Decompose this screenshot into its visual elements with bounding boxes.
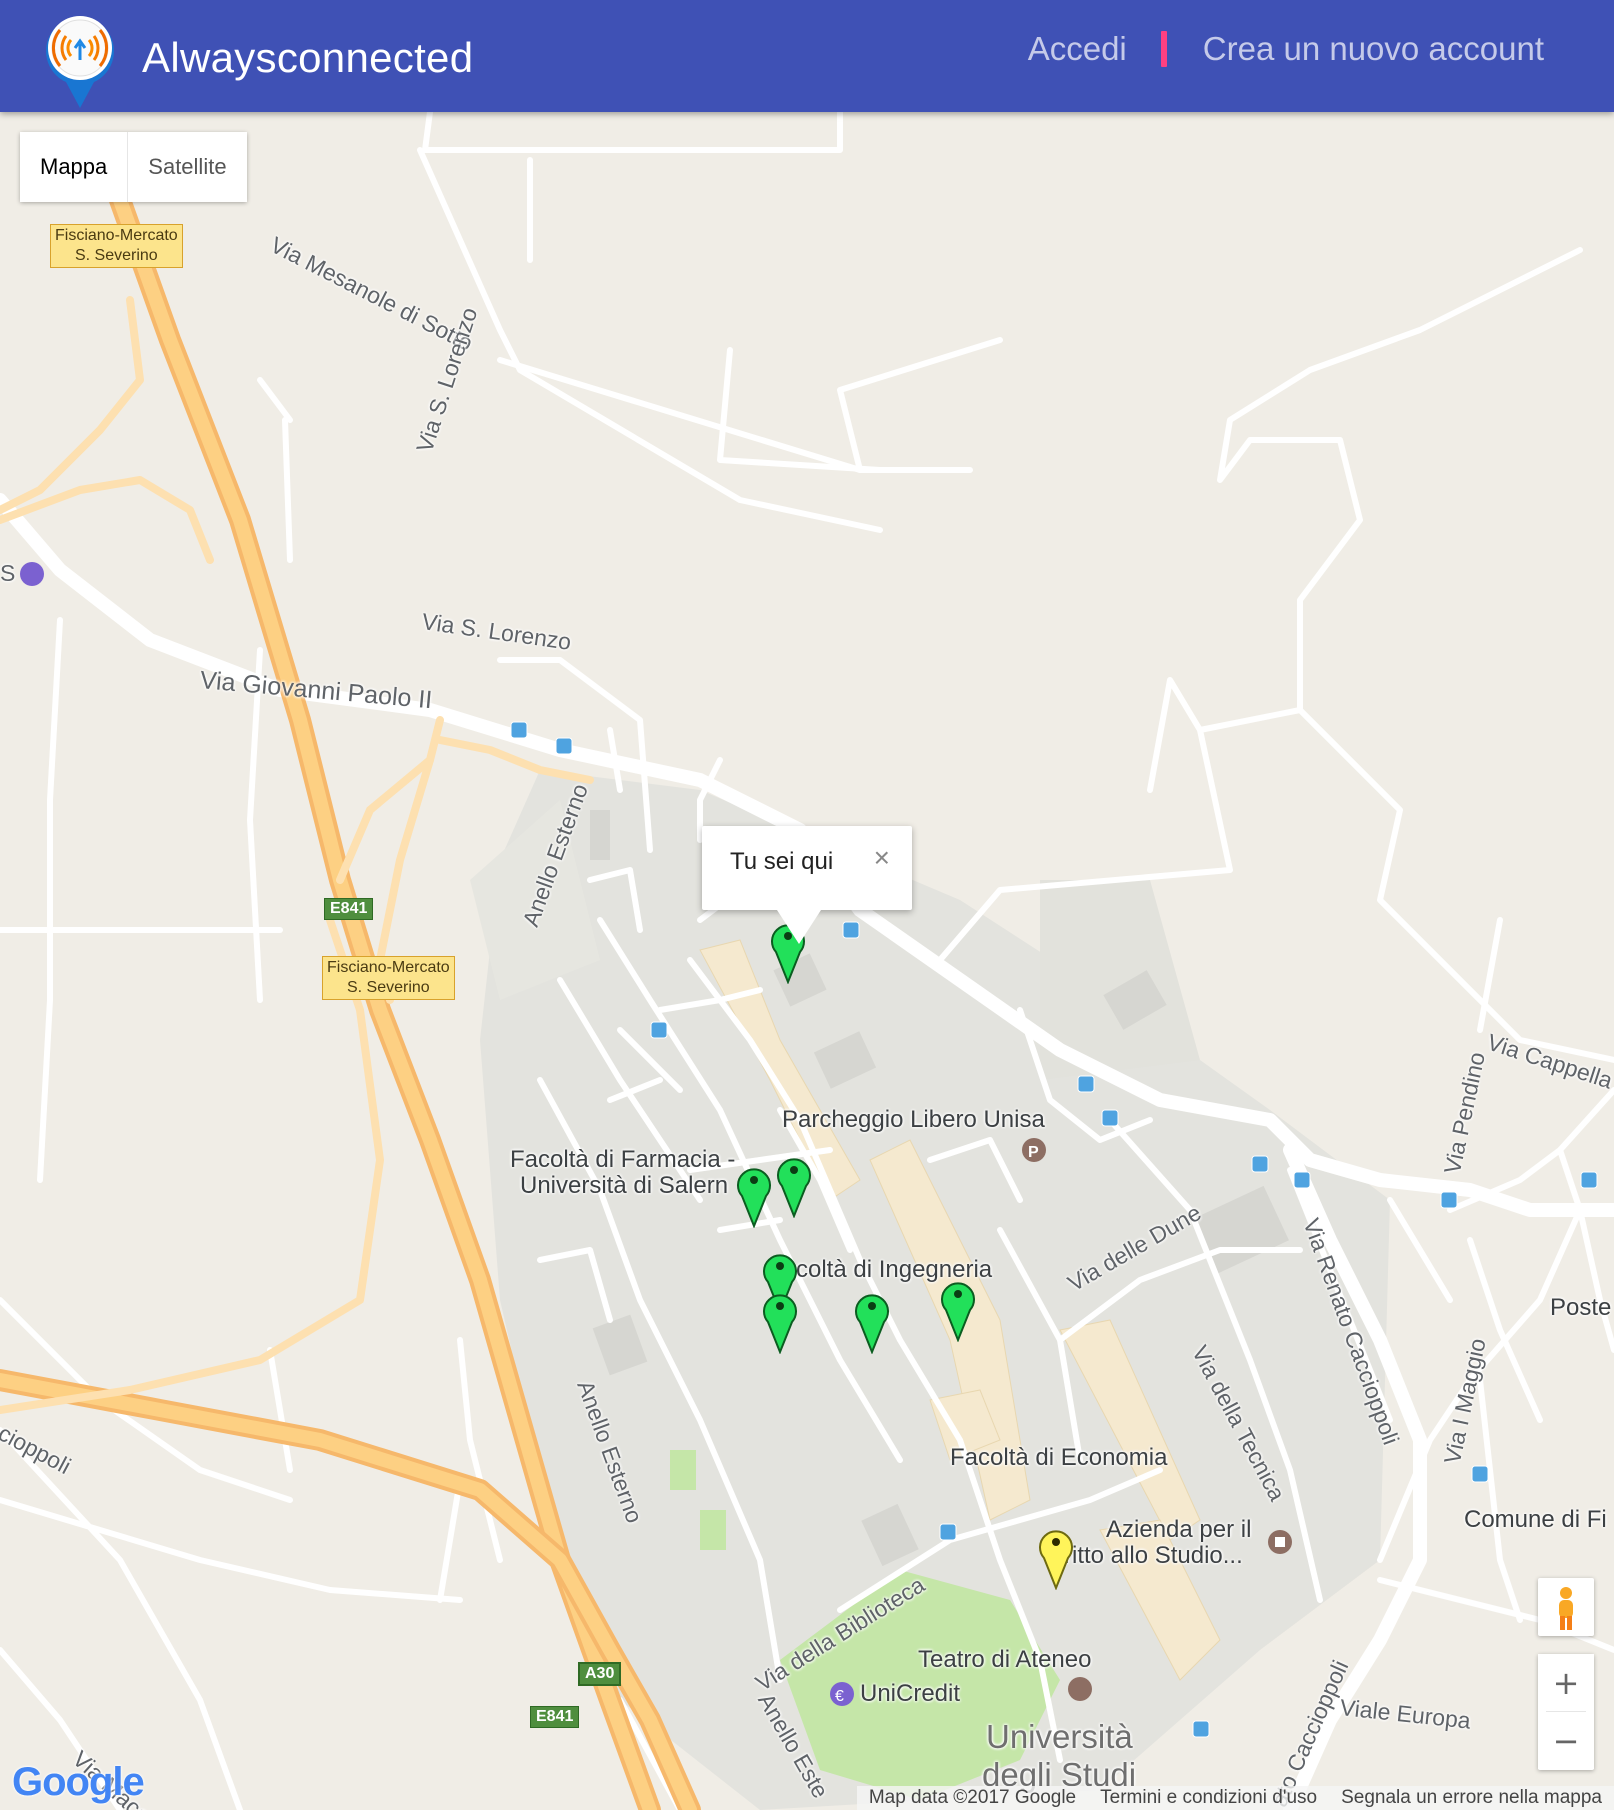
info-window-text: Tu sei qui xyxy=(730,848,834,875)
svg-text:P: P xyxy=(1028,1144,1039,1161)
street-view-pegman[interactable] xyxy=(1538,1578,1594,1636)
e841-shield: E841 xyxy=(324,898,374,920)
a30-shield: A30 xyxy=(578,1662,622,1686)
pegman-icon xyxy=(1559,1587,1573,1630)
location-marker-green[interactable] xyxy=(760,1288,800,1354)
wifi-pin-logo-icon xyxy=(46,16,114,108)
place-label[interactable]: Facoltà di Farmacia - xyxy=(510,1146,735,1174)
top-nav: Accedi Crea un nuovo account xyxy=(1028,30,1544,68)
e841-shield: E841 xyxy=(530,1706,580,1728)
map-canvas[interactable]: P € Mappa Satellite Fisciano-Mercato S. … xyxy=(0,112,1614,1810)
place-label[interactable]: Università xyxy=(986,1718,1133,1756)
map-type-map-button[interactable]: Mappa xyxy=(20,132,129,202)
app-window: Alwaysconnected Accedi Crea un nuovo acc… xyxy=(0,0,1614,1810)
place-label: S xyxy=(0,560,16,586)
google-logo[interactable]: Google xyxy=(12,1760,145,1805)
place-label[interactable]: ritto allo Studio... xyxy=(1064,1542,1243,1570)
app-title: Alwaysconnected xyxy=(142,34,474,81)
nav-separator xyxy=(1160,31,1167,67)
place-label[interactable]: UniCredit xyxy=(860,1680,960,1708)
place-label[interactable]: Azienda per il xyxy=(1106,1516,1251,1544)
location-marker-green[interactable] xyxy=(938,1276,978,1342)
place-label[interactable]: Parcheggio Libero Unisa xyxy=(782,1106,1045,1134)
place-label[interactable]: Teatro di Ateneo xyxy=(918,1646,1091,1674)
signup-link[interactable]: Crea un nuovo account xyxy=(1203,30,1544,68)
shield-line: S. Severino xyxy=(346,979,430,996)
shield-line: S. Severino xyxy=(74,247,158,264)
location-marker-yellow[interactable] xyxy=(1036,1524,1076,1590)
zoom-in-button[interactable]: + xyxy=(1538,1654,1594,1711)
place-label[interactable]: Università di Salern xyxy=(520,1172,728,1200)
location-marker-green[interactable] xyxy=(734,1162,774,1228)
zoom-control: + − xyxy=(1538,1654,1594,1770)
map-type-satellite-button[interactable]: Satellite xyxy=(128,132,247,202)
highway-exit-shield: Fisciano-Mercato S. Severino xyxy=(322,956,455,1000)
brand[interactable]: Alwaysconnected xyxy=(44,8,484,108)
svg-text:€: € xyxy=(835,1688,844,1705)
map-attribution: Map data ©2017 Google Termini e condizio… xyxy=(856,1786,1614,1810)
location-marker-green[interactable] xyxy=(852,1288,892,1354)
report-error-link[interactable]: Segnala un errore nella mappa xyxy=(1329,1786,1614,1810)
close-icon[interactable]: × xyxy=(874,842,890,874)
shield-line: Fisciano-Mercato xyxy=(55,227,178,244)
login-link[interactable]: Accedi xyxy=(1028,30,1127,68)
place-label[interactable]: Comune di Fi xyxy=(1464,1506,1607,1534)
place-label[interactable]: Facoltà di Economia xyxy=(950,1444,1167,1472)
zoom-out-button[interactable]: − xyxy=(1538,1712,1594,1769)
shield-line: Fisciano-Mercato xyxy=(327,959,450,976)
place-label[interactable]: Poste xyxy=(1550,1294,1611,1322)
google-logo-text: Google xyxy=(12,1760,145,1804)
map-type-control: Mappa Satellite xyxy=(20,132,247,202)
terms-link[interactable]: Termini e condizioni d'uso xyxy=(1088,1786,1329,1810)
map-data-text: Map data ©2017 Google xyxy=(868,1787,1077,1808)
top-app-bar: Alwaysconnected Accedi Crea un nuovo acc… xyxy=(0,0,1614,112)
location-marker-green[interactable] xyxy=(774,1152,814,1218)
info-window: Tu sei qui × xyxy=(702,826,912,944)
highway-exit-shield: Fisciano-Mercato S. Severino xyxy=(50,224,183,268)
